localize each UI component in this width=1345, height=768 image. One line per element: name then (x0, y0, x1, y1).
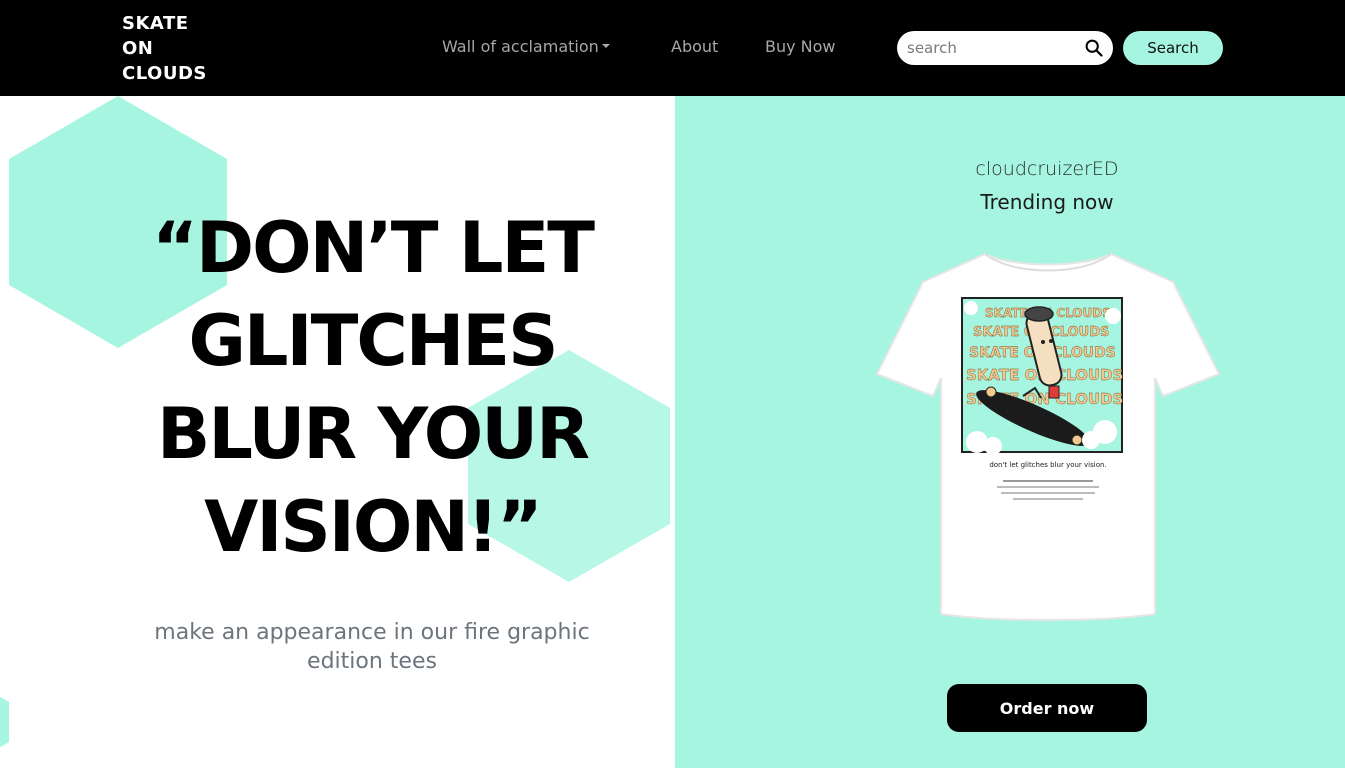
hero-section: “DON’T LET GLITCHES BLUR YOUR VISION!” m… (0, 96, 675, 768)
order-now-button[interactable]: Order now (947, 684, 1147, 732)
page: SKATE ON CLOUDS Wall of acclamation Abou… (0, 0, 1345, 768)
hero-quote: “DON’T LET GLITCHES BLUR YOUR VISION!” (60, 202, 675, 574)
hero-quote-line-4: VISION!” (204, 486, 543, 568)
search-button[interactable]: Search (1123, 31, 1223, 65)
hero-quote-line-3: BLUR YOUR (156, 393, 590, 475)
hero-quote-line-1: “DON’T LET (151, 207, 595, 289)
logo-line-3: CLOUDS (122, 63, 207, 84)
logo-line-2: ON (122, 38, 154, 59)
hero-subtitle: make an appearance in our fire graphic e… (154, 620, 590, 674)
navbar: SKATE ON CLOUDS Wall of acclamation Abou… (0, 0, 1345, 96)
nav-about-link[interactable]: About (671, 37, 718, 57)
logo-line-1: SKATE (122, 13, 189, 34)
search-icon[interactable] (1084, 38, 1104, 58)
nav-wall-label: Wall of acclamation (442, 37, 599, 56)
brand-logo[interactable]: SKATE ON CLOUDS (122, 11, 207, 86)
product-brand: cloudcruizerED (975, 158, 1119, 180)
product-panel: cloudcruizerED Trending now SKATE ON CLO… (675, 96, 1345, 768)
nav-buy-now-link[interactable]: Buy Now (765, 37, 836, 57)
search-box (897, 31, 1113, 65)
trending-label: Trending now (980, 190, 1114, 214)
decorative-hexagon-bottom (0, 696, 9, 748)
tee-tagline: don't let glitches blur your vision. (989, 461, 1106, 469)
hero-quote-line-2: GLITCHES (188, 300, 558, 382)
nav-wall-of-acclamation-dropdown[interactable]: Wall of acclamation (442, 37, 610, 57)
search-input[interactable] (907, 36, 1077, 60)
tshirt-product-image[interactable]: SKATE ON CLOUDS SKATE ON CLOUDS SKATE ON… (873, 246, 1223, 626)
chevron-down-icon (601, 43, 610, 48)
